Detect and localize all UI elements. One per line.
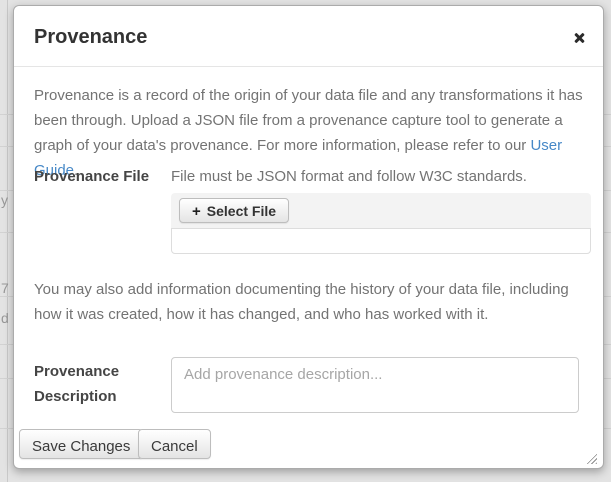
cancel-button[interactable]: Cancel [138,429,211,459]
modal-title: Provenance [34,26,147,49]
file-upload-panel: + Select File [171,193,591,254]
close-button[interactable] [572,31,586,45]
background-text-fragment: d [1,311,9,325]
history-paragraph: You may also add information documenting… [34,277,594,327]
modal-header: Provenance [14,6,603,67]
background-text-fragment: 7 [1,281,9,295]
file-upload-panel-toolbar: + Select File [171,193,591,228]
intro-text-before-link: Provenance is a record of the origin of … [34,87,583,154]
provenance-description-input[interactable] [171,357,579,413]
plus-icon: + [192,203,201,220]
save-changes-button[interactable]: Save Changes [19,429,143,459]
page: y 7 d Provenance Provenance is a record … [0,0,611,482]
close-icon [572,31,586,45]
background-text-fragment: y [1,193,8,207]
resize-grip-icon[interactable] [584,451,597,464]
provenance-description-label: Provenance Description [34,359,159,409]
selected-file-display [171,228,591,254]
provenance-file-label: Provenance File [34,164,149,189]
select-file-button-label: Select File [207,203,276,219]
select-file-button[interactable]: + Select File [179,198,289,223]
file-format-help-text: File must be JSON format and follow W3C … [171,164,527,189]
background-divider-line [7,0,8,482]
provenance-modal: Provenance Provenance is a record of the… [13,5,604,469]
